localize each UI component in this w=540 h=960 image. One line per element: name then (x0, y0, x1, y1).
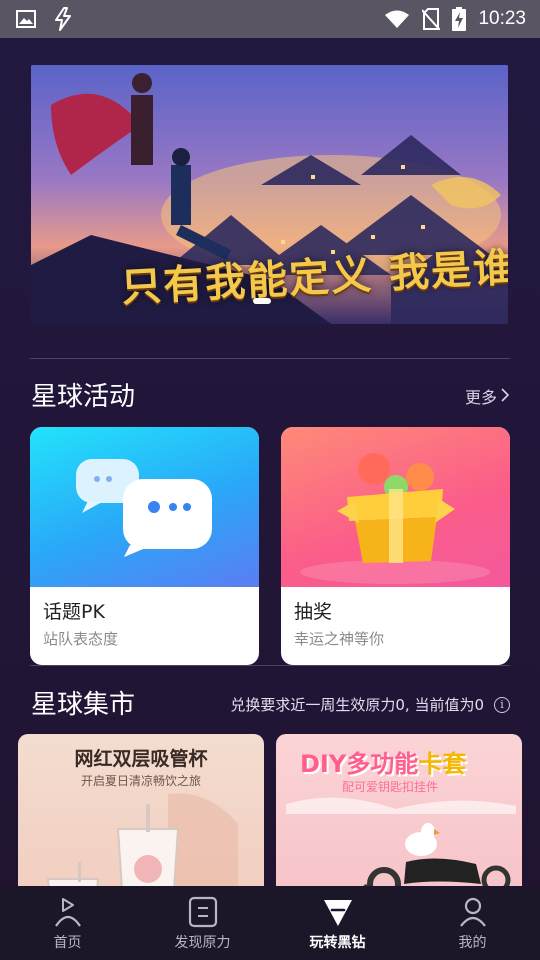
profile-icon (458, 896, 488, 928)
card-subtitle: 站队表态度 (43, 630, 119, 648)
topic-pk-banner (30, 427, 259, 587)
gallery-icon (16, 10, 36, 28)
diamond-icon (321, 896, 355, 928)
market-note-text: 兑换要求近一周生效原力0, 当前值为0 (230, 696, 484, 714)
chat-bubbles-icon (76, 459, 212, 557)
more-label: 更多 (464, 388, 497, 407)
chevron-right-icon (501, 387, 510, 406)
cup-illustration (46, 793, 238, 886)
section-title-market: 星球集市 (31, 690, 136, 720)
wifi-icon (384, 9, 410, 29)
discover-icon (188, 896, 218, 928)
card-holder-illustration (286, 797, 516, 886)
lottery-banner (281, 427, 510, 587)
flash-icon (54, 7, 72, 31)
gift-box-icon (300, 453, 490, 584)
tab-diamond[interactable]: 玩转黑钻 (270, 886, 405, 960)
tab-discover[interactable]: 发现原力 (135, 886, 270, 960)
more-link[interactable]: 更多 (465, 384, 510, 408)
divider (30, 665, 510, 666)
battery-charging-icon (452, 7, 467, 31)
tab-label: 首页 (53, 935, 82, 951)
main-content: 只有我能定义 我是谁 星球活动 更多 话题PK 站队表态度 抽奖 幸运之神等你 … (0, 38, 540, 886)
no-sim-icon (422, 8, 441, 30)
tab-label: 发现原力 (174, 935, 231, 951)
status-bar: 10:23 (0, 0, 540, 38)
product-card-cup[interactable]: 网红双层吸管杯 开启夏日清凉畅饮之旅 (18, 734, 264, 886)
bottom-tab-bar: 首页 发现原力 玩转黑钻 我的 (0, 886, 540, 960)
market-requirement-note: 兑换要求近一周生效原力0, 当前值为0 i (230, 694, 510, 715)
carousel-indicator (253, 298, 271, 304)
product-card-card-holder[interactable]: DIY多功能卡套 配可爱钥匙扣挂件 (276, 734, 522, 886)
card-subtitle: 幸运之神等你 (294, 630, 385, 648)
card-title: 抽奖 (294, 601, 333, 623)
clock: 10:23 (478, 8, 526, 29)
activity-card-lottery[interactable]: 抽奖 幸运之神等你 (281, 427, 510, 665)
section-title-activities: 星球活动 (31, 382, 136, 412)
activity-card-topic-pk[interactable]: 话题PK 站队表态度 (30, 427, 259, 665)
home-play-icon (53, 896, 83, 928)
info-icon[interactable]: i (494, 696, 510, 713)
tab-profile[interactable]: 我的 (405, 886, 540, 960)
tab-home[interactable]: 首页 (0, 886, 135, 960)
tab-label: 我的 (458, 935, 487, 951)
card-title: 话题PK (43, 601, 105, 623)
tab-label: 玩转黑钻 (309, 935, 366, 951)
banner-carousel[interactable]: 只有我能定义 我是谁 (31, 65, 508, 324)
divider (30, 358, 510, 359)
